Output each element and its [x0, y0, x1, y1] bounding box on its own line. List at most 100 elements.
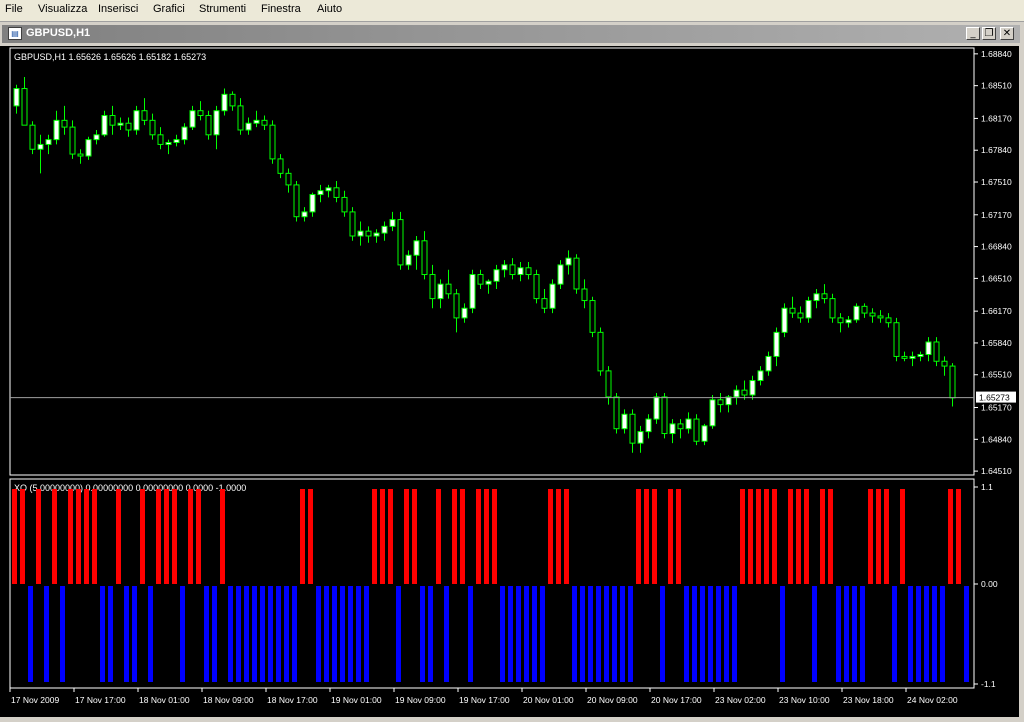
candle-bull — [245, 122, 252, 131]
price-chart-title: GBPUSD,H1 1.65626 1.65626 1.65182 1.6527… — [14, 52, 206, 62]
xo-bar-down — [596, 586, 601, 682]
menu-file[interactable]: File — [5, 3, 23, 15]
candle-bull — [565, 257, 572, 266]
xo-bar-up — [956, 489, 961, 584]
candle-bear — [605, 370, 612, 398]
candle-bull — [917, 354, 924, 357]
candle-bear — [789, 307, 796, 314]
candle-bull — [437, 283, 444, 300]
candle-bear — [869, 312, 876, 317]
candle-bear — [109, 115, 116, 126]
candle-bull — [733, 389, 740, 398]
xo-bar-down — [364, 586, 369, 682]
candle-bear — [29, 124, 36, 150]
xo-bar-down — [44, 586, 49, 682]
xo-bar-up — [548, 489, 553, 584]
price-axis: 1.68840 1.68510 1.68170 1.67840 1.67510 1.671… — [974, 49, 1012, 476]
candle-bear — [285, 172, 292, 186]
window-titlebar[interactable]: ▤ GBPUSD,H1 _ ❐ ✕ — [2, 25, 1020, 43]
xo-bar-down — [932, 586, 937, 682]
xo-bar-down — [332, 586, 337, 682]
candle-bull — [117, 122, 124, 126]
price-tick-label: 1.65840 — [981, 338, 1012, 348]
xo-bar-down — [340, 586, 345, 682]
candle-bull — [853, 305, 860, 321]
candle-bull — [173, 139, 180, 144]
menu-bar: File Visualizza Inserisci Grafici Strume… — [0, 0, 1024, 21]
chart-canvas[interactable]: GBPUSD,H1 1.65626 1.65626 1.65182 1.6527… — [0, 46, 1019, 717]
xo-bar-down — [324, 586, 329, 682]
candle-bull — [181, 126, 188, 141]
candle-bear — [341, 196, 348, 213]
xo-bar-down — [612, 586, 617, 682]
menu-aiuto[interactable]: Aiuto — [317, 3, 342, 15]
candle-bull — [381, 225, 388, 234]
xo-bar-down — [588, 586, 593, 682]
xo-bar-up — [220, 489, 225, 584]
xo-bar-down — [724, 586, 729, 682]
candle-bull — [213, 110, 220, 136]
xo-bar-up — [772, 489, 777, 584]
candle-bull — [45, 139, 52, 145]
price-tick-label: 1.65510 — [981, 370, 1012, 380]
candle-bear — [693, 418, 700, 442]
candle-bull — [845, 319, 852, 324]
candle-bear — [717, 399, 724, 406]
xo-tick-label: 0.00 — [981, 579, 998, 589]
candle-bull — [549, 283, 556, 309]
chart-area[interactable]: GBPUSD,H1 1.65626 1.65626 1.65182 1.6527… — [0, 46, 1019, 717]
xo-bar-up — [644, 489, 649, 584]
price-tick-label: 1.68510 — [981, 81, 1012, 91]
xo-bar-down — [908, 586, 913, 682]
candle-bull — [909, 355, 916, 359]
menu-visualizza[interactable]: Visualizza — [38, 3, 87, 15]
xo-bar-down — [252, 586, 257, 682]
menu-finestra[interactable]: Finestra — [261, 3, 301, 15]
candle-bear — [533, 274, 540, 300]
xo-bar-down — [28, 586, 33, 682]
menu-grafici[interactable]: Grafici — [153, 3, 185, 15]
xo-bar-down — [500, 586, 505, 682]
candle-bear — [901, 355, 908, 359]
restore-icon[interactable]: ❐ — [982, 27, 996, 40]
close-icon[interactable]: ✕ — [1000, 27, 1014, 40]
xo-bar-down — [276, 586, 281, 682]
xo-bar-up — [492, 489, 497, 584]
candle-bull — [765, 355, 772, 372]
candle-bull — [621, 413, 628, 430]
candle-bear — [261, 119, 268, 126]
time-tick-label: 18 Nov 09:00 — [203, 695, 254, 705]
candle-bull — [101, 115, 108, 136]
candle-bull — [413, 240, 420, 256]
candle-bear — [429, 274, 436, 300]
candle-bear — [453, 293, 460, 319]
candle-bear — [197, 110, 204, 117]
xo-bar-down — [228, 586, 233, 682]
xo-bar-up — [868, 489, 873, 584]
xo-bar-down — [316, 586, 321, 682]
time-tick-label: 23 Nov 10:00 — [779, 695, 830, 705]
price-tick-label: 1.66510 — [981, 273, 1012, 283]
time-tick-label: 20 Nov 09:00 — [587, 695, 638, 705]
candle-bull — [709, 399, 716, 427]
xo-bar-up — [756, 489, 761, 584]
candle-bear — [237, 105, 244, 131]
xo-bar-down — [812, 586, 817, 682]
xo-bar-up — [116, 489, 121, 584]
xo-bar-down — [692, 586, 697, 682]
xo-indicator-title: XO (5.00000000) 0.00000000 0.00000000 0.… — [14, 483, 246, 493]
xo-bar-up — [380, 489, 385, 584]
menu-strumenti[interactable]: Strumenti — [199, 3, 246, 15]
xo-bar-up — [476, 489, 481, 584]
price-tick-label: 1.67510 — [981, 177, 1012, 187]
xo-bar-down — [420, 586, 425, 682]
minimize-icon[interactable]: _ — [966, 27, 980, 40]
candle-bull — [757, 370, 764, 382]
candle-bear — [333, 187, 340, 198]
xo-bar-down — [396, 586, 401, 682]
xo-bar-down — [780, 586, 785, 682]
xo-bar-down — [580, 586, 585, 682]
xo-bar-up — [372, 489, 377, 584]
menu-inserisci[interactable]: Inserisci — [98, 3, 138, 15]
candle-bull — [773, 331, 780, 357]
